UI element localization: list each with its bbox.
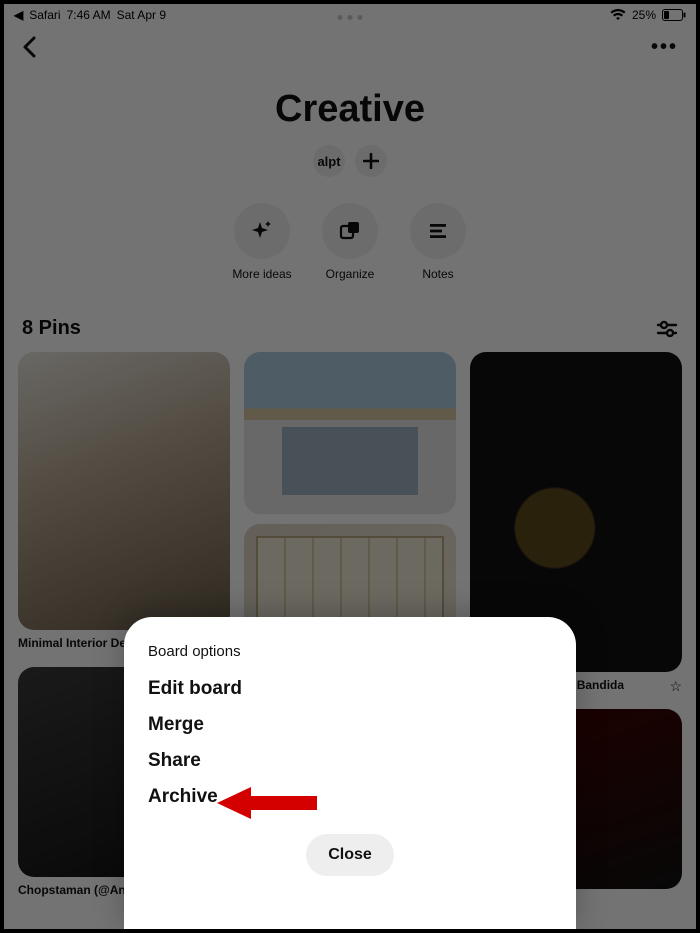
archive-option[interactable]: Archive: [148, 786, 552, 808]
merge-option[interactable]: Merge: [148, 714, 552, 736]
board-options-sheet: Board options Edit board Merge Share Arc…: [124, 617, 576, 929]
sheet-title: Board options: [148, 643, 552, 660]
screen: ◀ Safari 7:46 AM Sat Apr 9 25% •••: [4, 4, 696, 929]
edit-board-option[interactable]: Edit board: [148, 678, 552, 700]
share-option[interactable]: Share: [148, 750, 552, 772]
device-frame: ◀ Safari 7:46 AM Sat Apr 9 25% •••: [0, 0, 700, 933]
sheet-options: Edit board Merge Share Archive: [148, 678, 552, 808]
close-button[interactable]: Close: [306, 834, 394, 876]
